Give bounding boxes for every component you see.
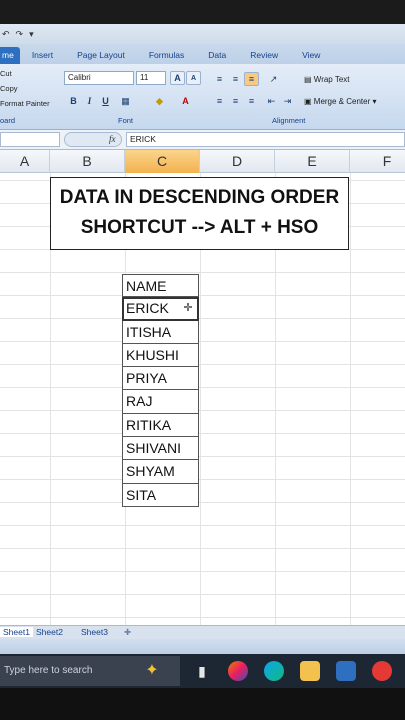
table-row[interactable]: SHIVANI <box>122 437 199 461</box>
file-explorer-icon[interactable] <box>300 661 320 681</box>
fill-color-icon[interactable]: ◆ <box>152 94 167 108</box>
table-row[interactable]: RITIKA <box>122 413 199 438</box>
align-center-icon[interactable]: ≡ <box>228 94 243 108</box>
insert-sheet-icon[interactable]: ✚ <box>124 627 131 638</box>
orientation-icon[interactable]: ↗ <box>266 72 281 86</box>
align-left-icon[interactable]: ≡ <box>212 94 227 108</box>
align-middle-icon[interactable]: ≡ <box>228 72 243 86</box>
format-painter-button[interactable]: Format Painter <box>0 96 50 111</box>
wrap-text-icon: ▤ <box>304 75 314 84</box>
align-right-icon[interactable]: ≡ <box>244 94 259 108</box>
ribbon-tabs: me Insert Page Layout Formulas Data Revi… <box>0 44 405 64</box>
align-top-icon[interactable]: ≡ <box>212 72 227 86</box>
cut-button[interactable]: Cut <box>0 66 50 81</box>
decrease-indent-icon[interactable]: ⇤ <box>264 94 279 108</box>
shrink-font-button[interactable]: A <box>186 71 201 85</box>
merge-center-button[interactable]: ▣ Merge & Center ▾ <box>304 97 377 106</box>
tab-home[interactable]: me <box>0 47 20 64</box>
copilot-icon[interactable] <box>228 661 248 681</box>
name-table: NAME ERICK ✛ ITISHA KHUSHI PRIYA RAJ RITI… <box>122 274 199 507</box>
table-row[interactable]: SHYAM <box>122 460 199 484</box>
font-group-label: Font <box>118 116 134 125</box>
name-box[interactable] <box>0 132 60 147</box>
column-header-d[interactable]: D <box>200 150 275 173</box>
bold-button[interactable]: B <box>66 94 81 108</box>
bezel-top <box>0 0 405 24</box>
table-header-cell[interactable]: NAME <box>122 274 199 298</box>
sheet-tab-1[interactable]: Sheet1 <box>0 627 33 637</box>
tab-page-layout[interactable]: Page Layout <box>65 47 137 64</box>
table-row[interactable]: SITA <box>122 483 199 507</box>
underline-button[interactable]: U <box>98 94 113 108</box>
redo-icon[interactable]: ↷ <box>16 29 24 40</box>
copy-button[interactable]: Copy <box>0 81 50 96</box>
insert-function-button[interactable]: fx <box>64 132 122 147</box>
align-bottom-icon[interactable]: ≡ <box>244 72 259 86</box>
store-icon[interactable] <box>336 661 356 681</box>
alignment-group-label: Alignment <box>272 116 306 125</box>
status-bar <box>0 639 405 654</box>
clipboard-group: Cut Copy Format Painter <box>0 66 50 111</box>
column-header-f[interactable]: F <box>350 150 405 173</box>
wrap-text-label: Wrap Text <box>313 75 350 84</box>
cell-value: ERICK <box>126 300 169 317</box>
tab-insert[interactable]: Insert <box>20 47 65 64</box>
title-line-2: SHORTCUT --> ALT + HSO <box>80 217 319 238</box>
tab-review[interactable]: Review <box>238 47 290 64</box>
grow-font-button[interactable]: A <box>170 71 185 85</box>
italic-button[interactable]: I <box>82 94 97 108</box>
clipboard-group-label: oard <box>0 116 16 125</box>
font-name-select[interactable]: Calibri <box>64 71 134 85</box>
table-row[interactable]: ITISHA <box>122 320 199 344</box>
tab-data[interactable]: Data <box>196 47 238 64</box>
chevron-down-icon: ▾ <box>370 97 377 106</box>
table-row[interactable]: ERICK ✛ <box>122 297 199 321</box>
column-header-c[interactable]: C <box>125 150 200 173</box>
task-view-icon[interactable]: ▮ <box>192 661 212 681</box>
sparkle-icon: ✦ <box>145 662 159 679</box>
merge-icon: ▣ <box>304 97 314 106</box>
merge-center-label: Merge & Center <box>313 97 371 106</box>
formula-input[interactable]: ERICK <box>126 132 405 147</box>
table-row[interactable]: KHUSHI <box>122 343 199 368</box>
ribbon: Cut Copy Format Painter oard Calibri 11 … <box>0 64 405 130</box>
table-row[interactable]: RAJ <box>122 390 199 414</box>
borders-icon[interactable]: ▦ <box>118 94 133 108</box>
formula-bar: fx ERICK <box>0 130 405 150</box>
column-header-a[interactable]: A <box>0 150 50 173</box>
column-headers: A B C D E F <box>0 150 405 173</box>
increase-indent-icon[interactable]: ⇥ <box>280 94 295 108</box>
sheet-tab-3[interactable]: Sheet3 <box>81 627 108 637</box>
wrap-text-button[interactable]: ▤ Wrap Text <box>304 75 350 84</box>
taskbar: Type here to search ✦ ▮ <box>0 654 405 688</box>
screen: ↶ ↷ ▾ me Insert Page Layout Formulas Dat… <box>0 0 405 720</box>
font-size-select[interactable]: 11 <box>136 71 166 85</box>
column-header-e[interactable]: E <box>275 150 350 173</box>
sheet-tab-2[interactable]: Sheet2 <box>36 627 63 637</box>
title-textbox[interactable]: DATA IN DESCENDING ORDER SHORTCUT --> AL… <box>50 177 349 250</box>
app-icon[interactable] <box>372 661 392 681</box>
cursor-icon: ✛ <box>183 302 193 315</box>
customize-qat-icon[interactable]: ▾ <box>29 29 34 40</box>
font-color-icon[interactable]: A <box>178 94 193 108</box>
title-line-1: DATA IN DESCENDING ORDER <box>59 187 340 208</box>
tab-view[interactable]: View <box>290 47 332 64</box>
edge-icon[interactable] <box>264 661 284 681</box>
undo-icon[interactable]: ↶ <box>2 29 10 40</box>
column-header-b[interactable]: B <box>50 150 125 173</box>
table-row[interactable]: PRIYA <box>122 367 199 391</box>
tab-formulas[interactable]: Formulas <box>137 47 196 64</box>
quick-access-toolbar: ↶ ↷ ▾ <box>0 24 405 44</box>
sheet-tabs-bar: Sheet1 Sheet2 Sheet3 ✚ <box>0 625 405 639</box>
bezel-bottom <box>0 688 405 720</box>
